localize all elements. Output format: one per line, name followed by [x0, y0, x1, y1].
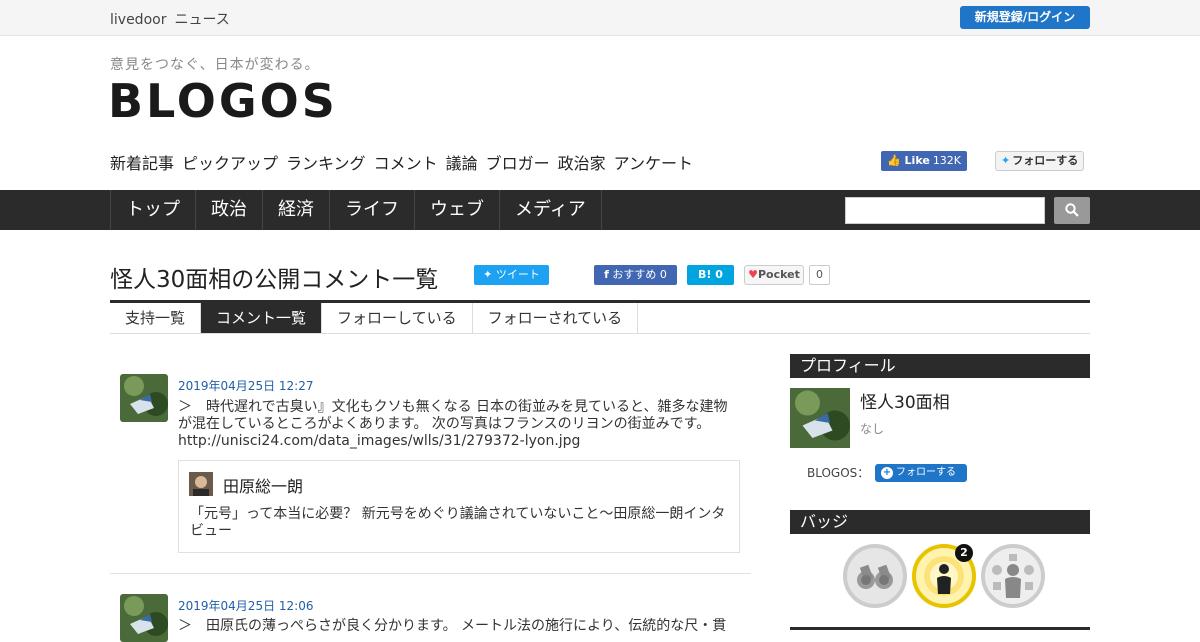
pocket-icon: ♥: [748, 268, 758, 281]
search-button[interactable]: [1054, 197, 1090, 224]
badge-count: 2: [955, 544, 973, 562]
site-header: 意見をつなぐ、日本が変わる。 BLOGOS 新着記事 ピックアップ ランキング …: [0, 36, 1200, 190]
avatar[interactable]: [120, 594, 168, 642]
comment-date[interactable]: 2019年04月25日 12:06: [178, 597, 313, 614]
subnav-politicians[interactable]: 政治家: [558, 150, 606, 174]
nav-economy[interactable]: 経済: [263, 190, 330, 230]
pocket-button[interactable]: ♥Pocket: [744, 265, 804, 285]
nav-life[interactable]: ライフ: [330, 190, 415, 230]
tab-supports[interactable]: 支持一覧: [110, 303, 202, 333]
quoted-author-name[interactable]: 田原総一朗: [223, 473, 303, 497]
fb-recommend-count: 0: [659, 268, 667, 281]
top-bar: livedoor ニュース 新規登録/ログイン: [0, 0, 1200, 36]
comment-line: ＞ 時代遅れで古臭い』文化もクソも無くなる 日本の街並みを見ていると、雑多な建物: [178, 399, 728, 415]
twitter-bird-icon: ✦: [1001, 154, 1011, 167]
blogos-follow-label: BLOGOS：: [807, 466, 870, 480]
comment-text: ＞ 時代遅れで古臭い』文化もクソも無くなる 日本の街並みを見ていると、雑多な建物…: [178, 399, 727, 450]
tab-comments[interactable]: コメント一覧: [201, 303, 323, 333]
twitter-bird-icon: ✦: [483, 268, 493, 281]
profile-description: なし: [860, 422, 885, 436]
register-login-button[interactable]: 新規登録/ログイン: [960, 6, 1090, 29]
subnav-debate[interactable]: 議論: [446, 150, 478, 174]
facebook-icon: f: [604, 268, 609, 281]
social-badge-icon[interactable]: [981, 544, 1045, 608]
brand-news: ニュース: [174, 12, 230, 28]
nav-politics[interactable]: 政治: [196, 190, 263, 230]
hatena-label: B!: [698, 268, 712, 281]
subnav-survey[interactable]: アンケート: [614, 150, 693, 174]
comment-line: が混在しているところがよくあります。 次の写真はフランスのリヨンの街並みです。: [178, 416, 711, 432]
subnav-new-articles[interactable]: 新着記事: [110, 150, 174, 174]
comment-line: ＞ 田原氏の薄っぺらさが良く分かります。 メートル法の施行により、伝統的な尺・貫: [178, 618, 727, 634]
tab-followers[interactable]: フォローされている: [473, 303, 639, 333]
avatar-image: [120, 594, 168, 642]
avatar[interactable]: [120, 374, 168, 422]
site-tagline: 意見をつなぐ、日本が変わる。: [110, 57, 320, 73]
tab-following[interactable]: フォローしている: [322, 303, 473, 333]
profile-name: 怪人30面相: [860, 393, 950, 413]
search-input[interactable]: [845, 197, 1045, 224]
subnav-comment[interactable]: コメント: [374, 150, 438, 174]
nav-top[interactable]: トップ: [111, 190, 196, 230]
profile-tabs: 支持一覧 コメント一覧 フォローしている フォローされている: [110, 300, 1090, 334]
binoculars-badge-icon[interactable]: [843, 544, 907, 608]
subnav-bloggers[interactable]: ブロガー: [486, 150, 550, 174]
facebook-like-button[interactable]: 👍 Like 132K: [881, 151, 968, 171]
nav-web[interactable]: ウェブ: [415, 190, 500, 230]
hatena-count: 0: [715, 268, 723, 281]
profile-heading: プロフィール: [790, 354, 1090, 378]
pocket-count: 0: [809, 265, 830, 285]
facebook-recommend-button[interactable]: f おすすめ 0: [594, 265, 677, 285]
tw-follow-label: フォローする: [1012, 154, 1079, 167]
badges-heading: バッジ: [790, 510, 1090, 534]
subnav-ranking[interactable]: ランキング: [286, 150, 366, 174]
quoted-article-title[interactable]: 「元号」って本当に必要？ 新元号をめぐり議論されていないこと〜田原総一朗インタ …: [190, 506, 730, 540]
blogos-logo[interactable]: BLOGOS: [108, 74, 338, 128]
follow-label: フォローする: [896, 467, 956, 478]
page-title: 怪人30面相の公開コメント一覧: [110, 267, 439, 293]
thumbs-up-icon: 👍: [887, 154, 901, 167]
brand-livedoor: livedoor: [110, 12, 167, 28]
fb-recommend-label: おすすめ: [612, 268, 657, 281]
avatar-image: [120, 374, 168, 422]
follow-button[interactable]: + フォローする: [875, 464, 967, 482]
sub-navigation: 新着記事 ピックアップ ランキング コメント 議論 ブロガー 政治家 アンケート: [110, 150, 693, 174]
tweet-button[interactable]: ✦ ツイート: [474, 265, 549, 285]
profile-avatar-image: [790, 388, 850, 448]
tweet-label: ツイート: [495, 268, 540, 281]
main-navigation: トップ 政治 経済 ライフ ウェブ メディア: [0, 190, 1200, 230]
quoted-title-line: 「元号」って本当に必要？ 新元号をめぐり議論されていないこと〜田原総一朗インタ: [190, 506, 726, 522]
plus-icon: +: [881, 467, 893, 479]
comment-text: ＞ 田原氏の薄っぺらさが良く分かります。 メートル法の施行により、伝統的な尺・貫: [178, 618, 726, 635]
author-avatar: [189, 472, 213, 496]
nav-media[interactable]: メディア: [500, 190, 602, 230]
twitter-follow-button[interactable]: ✦ フォローする: [995, 151, 1085, 171]
comment-divider: [110, 573, 751, 574]
subnav-pickup[interactable]: ピックアップ: [182, 150, 278, 174]
fb-like-count: 132K: [932, 154, 962, 167]
pocket-label: Pocket: [757, 268, 800, 281]
profile-avatar[interactable]: [790, 388, 850, 448]
fb-like-label: Like: [904, 154, 930, 167]
comment-date[interactable]: 2019年04月25日 12:27: [178, 377, 313, 394]
quoted-title-line: ビュー: [190, 523, 232, 539]
hatena-bookmark-button[interactable]: B! 0: [687, 265, 734, 285]
livedoor-brand[interactable]: livedoor ニュース: [110, 9, 230, 29]
quoted-article[interactable]: 田原総一朗 「元号」って本当に必要？ 新元号をめぐり議論されていないこと〜田原総…: [178, 460, 740, 553]
search-icon: [1065, 203, 1079, 217]
comment-url: http://unisci24.com/data_images/wlls/31/…: [178, 433, 581, 449]
